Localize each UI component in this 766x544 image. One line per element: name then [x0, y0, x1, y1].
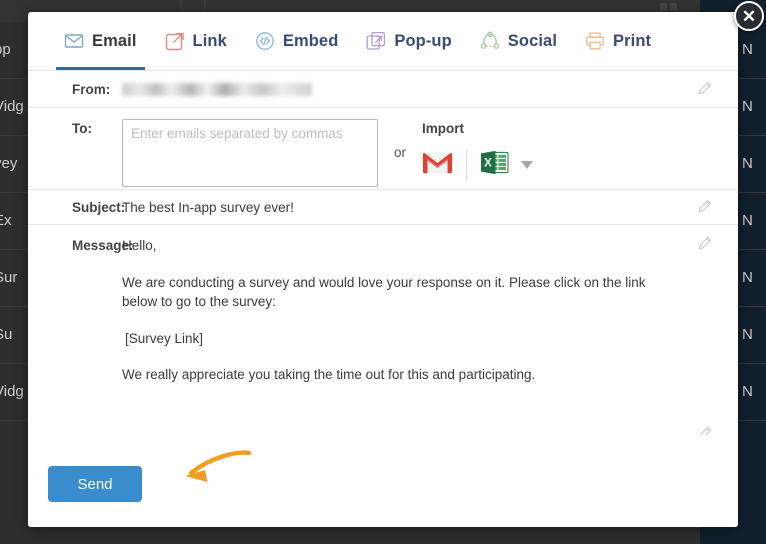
tab-social-label: Social: [507, 31, 558, 50]
tab-social[interactable]: Social: [466, 12, 571, 70]
message-paragraph-2: We really appreciate you taking the time…: [122, 367, 536, 383]
from-label: From:: [72, 81, 111, 97]
gmail-icon[interactable]: [422, 151, 453, 180]
share-nodes-icon: [480, 31, 500, 51]
subject-row: Subject: The best In-app survey ever!: [28, 190, 738, 225]
tab-email[interactable]: Email: [50, 12, 151, 70]
tab-email-label: Email: [92, 31, 137, 50]
tab-embed[interactable]: Embed: [241, 12, 353, 70]
message-body[interactable]: Hello, We are conducting a survey and wo…: [122, 236, 667, 385]
tab-link-label: Link: [192, 31, 227, 50]
table-cell-right: N: [742, 155, 753, 172]
import-title: Import: [422, 121, 465, 136]
table-cell-right: N: [742, 41, 753, 58]
to-label: To:: [72, 121, 92, 136]
share-survey-modal: Email Link Embed Pop-up Social Print Fro…: [28, 12, 738, 527]
from-email-redacted: [122, 83, 312, 96]
table-cell-left: pp: [0, 41, 11, 58]
subject-label: Subject:: [72, 199, 126, 215]
table-cell-right: N: [742, 326, 753, 343]
table-cell-left: vey: [0, 155, 18, 172]
send-button[interactable]: Send: [48, 466, 142, 502]
import-block: Import X: [422, 119, 534, 181]
tab-popup[interactable]: Pop-up: [352, 12, 465, 70]
table-cell-right: N: [742, 212, 753, 229]
to-row: To: or Import: [28, 108, 738, 190]
table-cell-left: Vidg: [0, 98, 24, 115]
table-cell-left: Vidg: [0, 383, 24, 400]
printer-icon: [585, 31, 605, 51]
or-separator-label: or: [394, 144, 407, 160]
message-label: Message:: [72, 238, 134, 253]
chevron-down-icon[interactable]: [521, 161, 534, 169]
close-icon[interactable]: ✕: [734, 1, 764, 31]
to-emails-input[interactable]: [122, 119, 378, 187]
pencil-icon[interactable]: [697, 199, 712, 214]
pencil-icon[interactable]: [697, 236, 712, 251]
message-survey-link-placeholder: [Survey Link]: [125, 330, 204, 346]
curved-arrow-annotation: [185, 450, 252, 482]
table-cell-left: Su: [0, 326, 13, 343]
table-cell-right: N: [742, 383, 753, 400]
tab-popup-label: Pop-up: [394, 31, 452, 50]
table-cell-right: N: [742, 269, 753, 286]
svg-text:X: X: [484, 158, 492, 170]
close-glyph: ✕: [741, 6, 757, 26]
table-cell-right: N: [742, 98, 753, 115]
tab-print[interactable]: Print: [571, 12, 665, 70]
subject-value[interactable]: The best In-app survey ever!: [122, 200, 294, 215]
envelope-icon: [64, 31, 84, 51]
tab-print-label: Print: [613, 31, 652, 50]
table-cell-left: Ex: [0, 212, 12, 229]
import-icons: X: [422, 149, 534, 181]
message-greeting: Hello,: [122, 238, 157, 253]
message-paragraph-1: We are conducting a survey and would lov…: [122, 274, 646, 310]
tab-embed-label: Embed: [282, 31, 339, 50]
modal-footer: Send: [28, 435, 738, 527]
pencil-icon[interactable]: [697, 81, 712, 96]
popup-window-icon: [366, 31, 386, 51]
excel-icon[interactable]: X: [480, 149, 509, 181]
from-row: From:: [28, 71, 738, 108]
tab-link[interactable]: Link: [151, 12, 241, 70]
import-divider: [466, 150, 468, 180]
share-tabs: Email Link Embed Pop-up Social Print: [28, 12, 738, 71]
external-link-icon: [165, 31, 185, 51]
code-icon: [255, 31, 275, 51]
table-cell-left: Sur: [0, 269, 18, 286]
